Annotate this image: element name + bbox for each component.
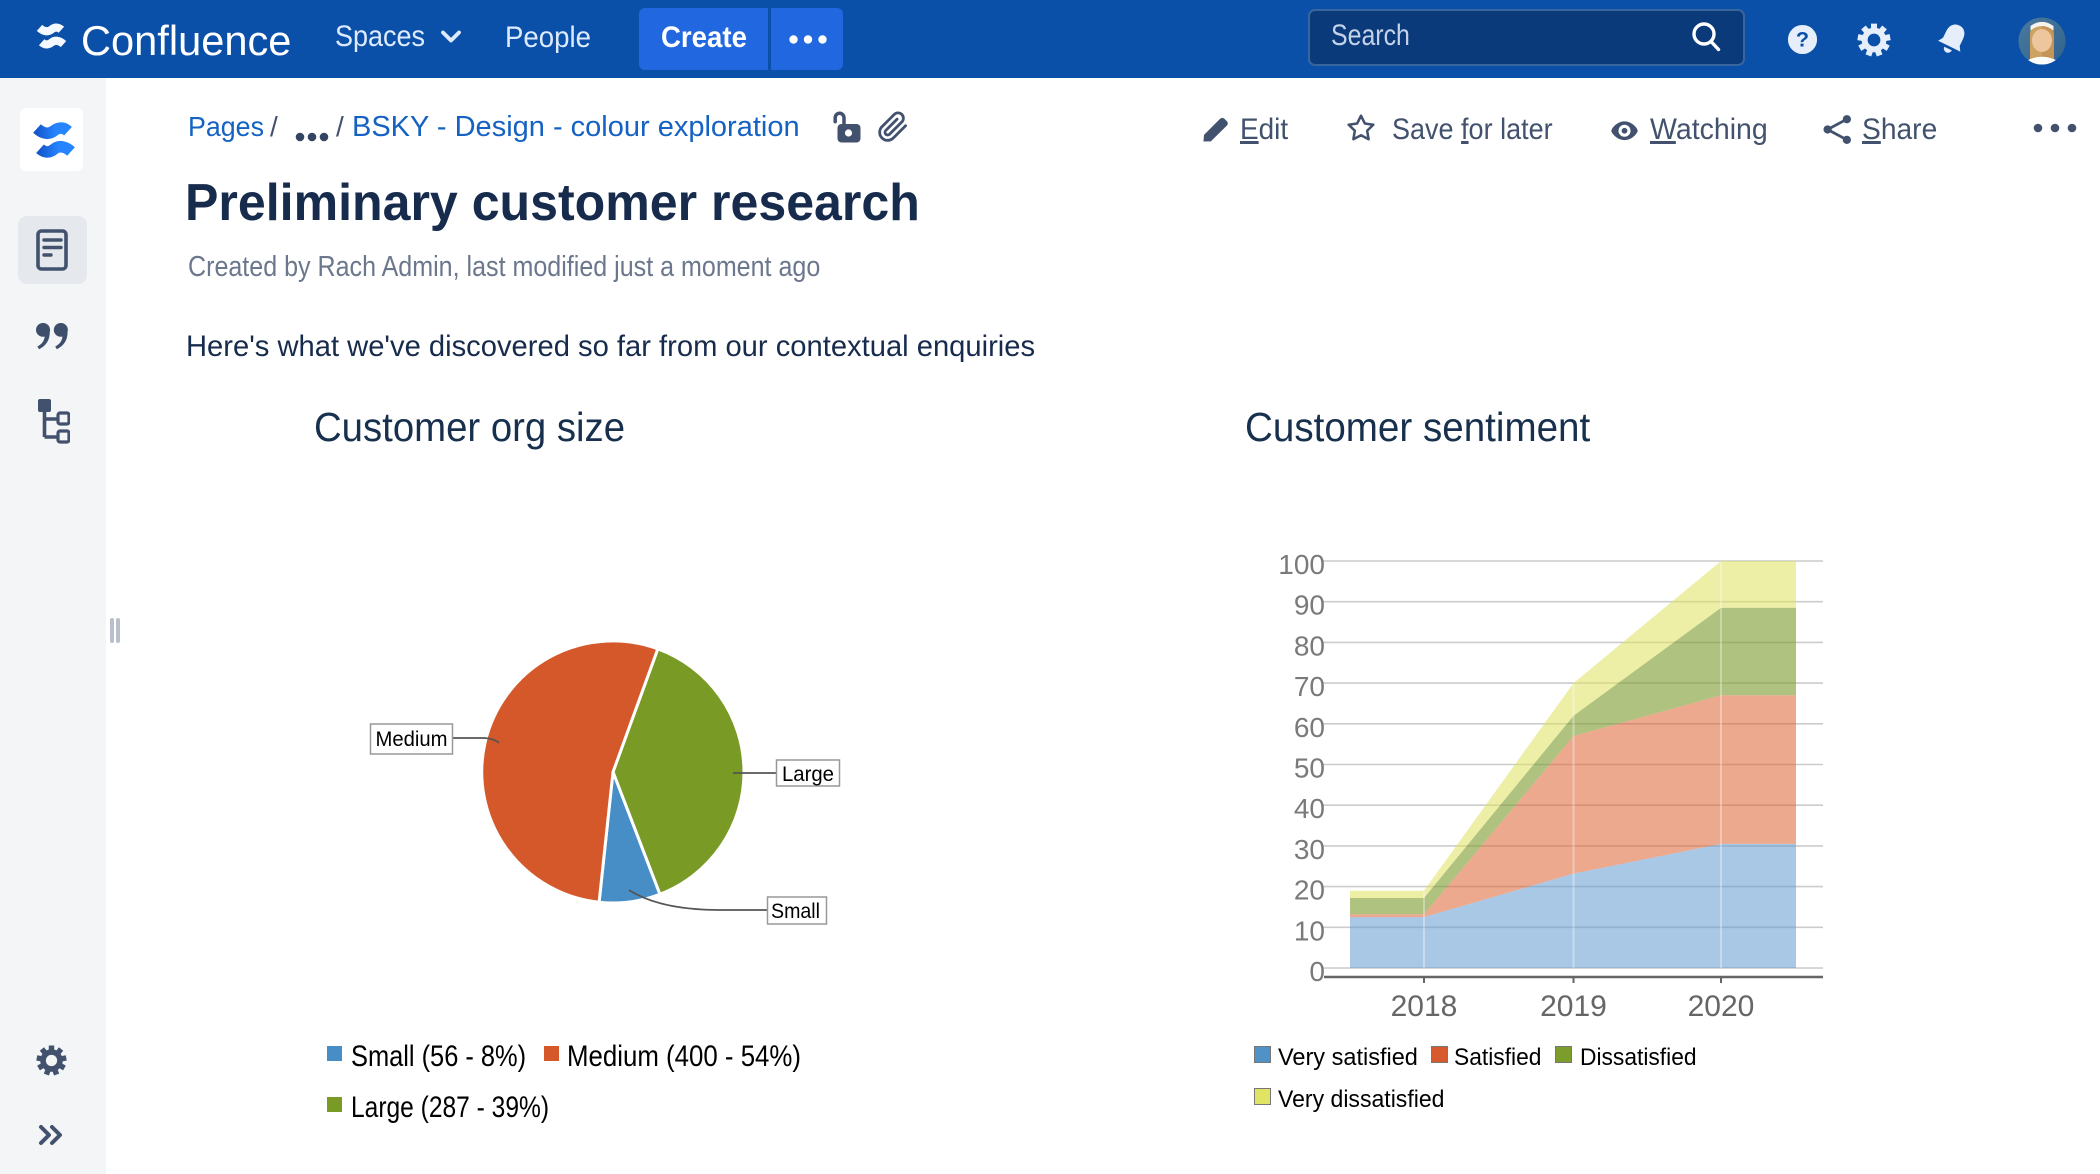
svg-text:0: 0: [1309, 956, 1325, 987]
svg-text:60: 60: [1294, 712, 1325, 743]
svg-text:2020: 2020: [1688, 990, 1755, 1020]
svg-text:Large: Large: [782, 763, 834, 786]
svg-text:Medium: Medium: [376, 728, 448, 751]
svg-text:30: 30: [1294, 834, 1325, 865]
svg-text:?: ?: [1796, 27, 1809, 52]
svg-text:2019: 2019: [1540, 990, 1607, 1020]
svg-text:50: 50: [1294, 753, 1325, 784]
svg-text:100: 100: [1278, 549, 1325, 580]
svg-text:10: 10: [1294, 915, 1325, 946]
svg-text:80: 80: [1294, 630, 1325, 661]
svg-text:20: 20: [1294, 875, 1325, 906]
svg-text:Small: Small: [771, 900, 820, 923]
svg-text:70: 70: [1294, 671, 1325, 702]
svg-text:2018: 2018: [1391, 990, 1458, 1020]
svg-text:40: 40: [1294, 793, 1325, 824]
svg-text:90: 90: [1294, 590, 1325, 621]
